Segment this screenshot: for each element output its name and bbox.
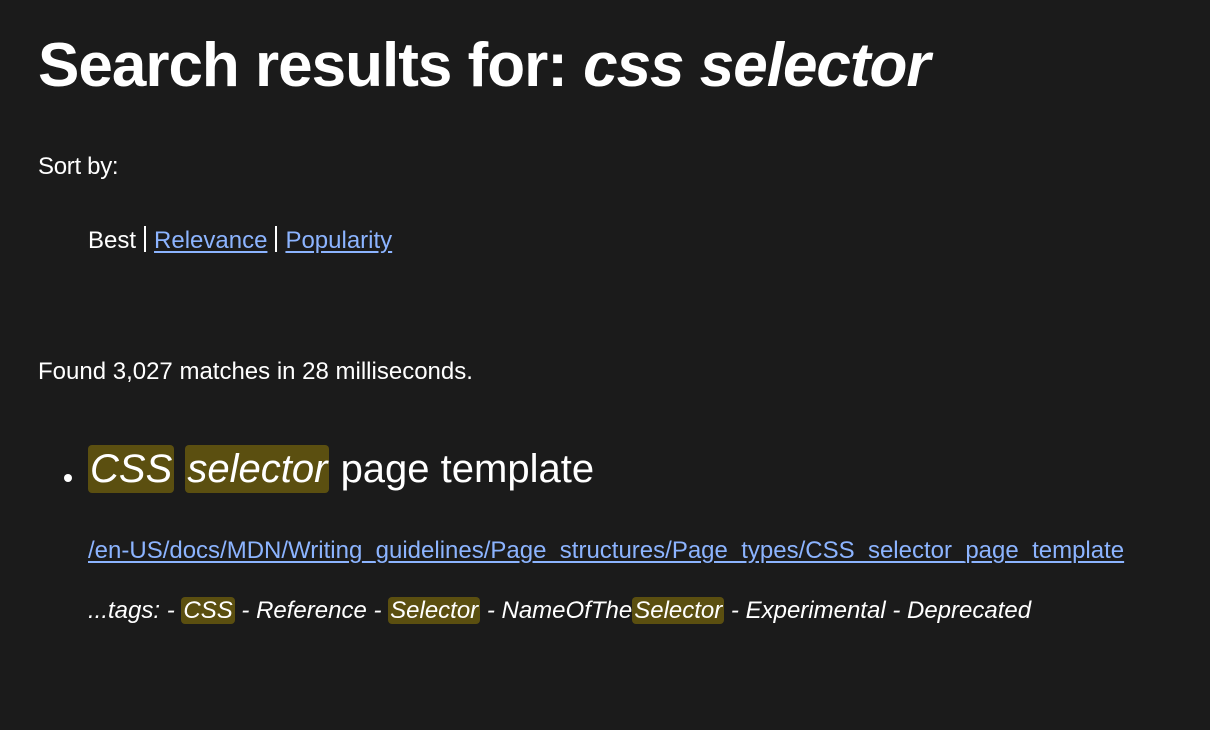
highlight: CSS bbox=[181, 597, 235, 624]
result-title-text: page template bbox=[340, 447, 595, 491]
result-url-link[interactable]: /en-US/docs/MDN/Writing_guidelines/Page_… bbox=[88, 529, 1158, 572]
result-title: CSS selector page template bbox=[88, 440, 1188, 498]
excerpt-text: - NameOfThe bbox=[480, 597, 633, 624]
excerpt-text: - Reference - bbox=[234, 597, 389, 624]
excerpt-text: - Experimental - Deprecated bbox=[724, 597, 1032, 624]
highlight: selector bbox=[185, 445, 330, 493]
page-title: Search results for: css selector bbox=[38, 30, 931, 102]
highlight: Selector bbox=[632, 597, 725, 624]
highlight: CSS bbox=[88, 445, 175, 493]
sort-option-best: Best bbox=[88, 227, 137, 254]
result-list: CSS selector page template /en-US/docs/M… bbox=[38, 440, 1188, 626]
sort-separator bbox=[144, 226, 147, 252]
bullet-icon bbox=[64, 474, 72, 482]
sort-option-popularity[interactable]: Popularity bbox=[285, 227, 392, 254]
sort-options: Best Relevance Popularity bbox=[88, 226, 392, 256]
page-title-prefix: Search results for: bbox=[38, 31, 568, 100]
search-query: css selector bbox=[583, 31, 930, 100]
sort-label: Sort by: bbox=[38, 153, 119, 180]
sort-separator bbox=[275, 226, 278, 252]
result-item: CSS selector page template /en-US/docs/M… bbox=[38, 440, 1188, 626]
sort-option-relevance[interactable]: Relevance bbox=[154, 227, 267, 254]
highlight: Selector bbox=[388, 597, 481, 624]
excerpt-text: ...tags: - bbox=[88, 597, 182, 624]
results-summary: Found 3,027 matches in 28 milliseconds. bbox=[38, 358, 473, 385]
result-excerpt: ...tags: - CSS - Reference - Selector - … bbox=[88, 596, 1188, 626]
